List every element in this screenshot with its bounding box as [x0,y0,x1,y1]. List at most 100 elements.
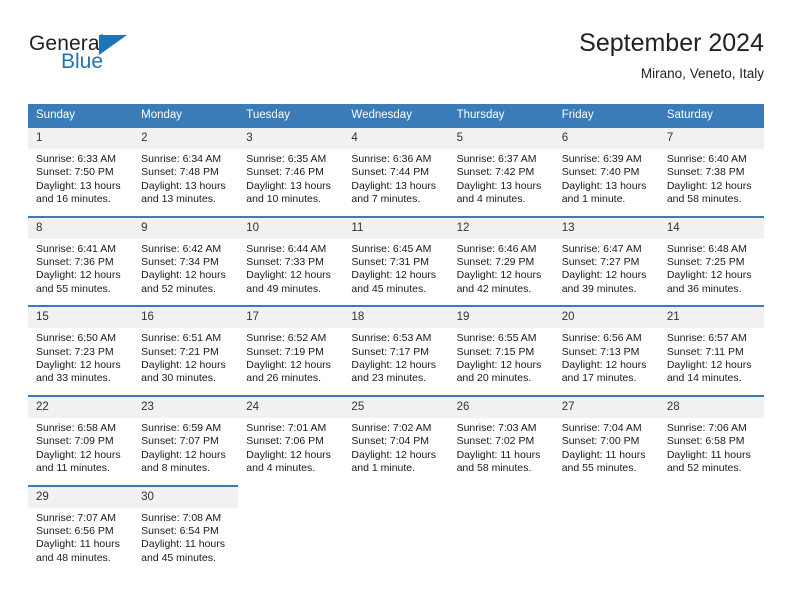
day-cell[interactable]: 18 Sunrise: 6:53 AM Sunset: 7:17 PM Dayl… [343,305,449,386]
daylight-text-line1: Daylight: 12 hours [36,359,121,372]
brand-logo[interactable]: General Blue [28,32,238,88]
sunrise-text: Sunrise: 6:37 AM [456,153,537,165]
day-cell[interactable]: 13 Sunrise: 6:47 AM Sunset: 7:27 PM Dayl… [553,215,659,297]
daylight-text-line1: Daylight: 13 hours [141,179,226,192]
day-number: 18 [343,307,449,329]
day-number: 27 [553,396,659,418]
day-cell[interactable]: 21 Sunrise: 6:57 AM Sunset: 7:11 PM Dayl… [658,305,764,386]
day-cell[interactable]: 1 Sunrise: 6:33 AM Sunset: 7:50 PM Dayli… [28,126,134,207]
day-number: 25 [343,396,449,418]
day-cell[interactable]: 19 Sunrise: 6:55 AM Sunset: 7:15 PM Dayl… [448,305,554,386]
day-info: Sunrise: 7:04 AM Sunset: 7:00 PM Dayligh… [554,418,659,476]
sunset-text: Sunset: 7:33 PM [246,256,324,269]
weekday-header-wednesday: Wednesday [343,104,449,127]
daylight-text-line1: Daylight: 13 hours [456,179,542,192]
blue-triangle-icon [99,35,127,55]
day-info: Sunrise: 6:33 AM Sunset: 7:50 PM Dayligh… [28,149,133,207]
daylight-text-line1: Daylight: 11 hours [456,448,541,461]
day-info: Sunrise: 7:08 AM Sunset: 6:54 PM Dayligh… [133,508,238,566]
day-cell[interactable]: 10 Sunrise: 6:44 AM Sunset: 7:33 PM Dayl… [238,215,344,297]
day-cell[interactable]: 30 Sunrise: 7:08 AM Sunset: 6:54 PM Dayl… [133,484,239,566]
daylight-text-line1: Daylight: 11 hours [666,448,751,461]
day-info: Sunrise: 6:36 AM Sunset: 7:44 PM Dayligh… [343,149,448,207]
week-spacer-cell [28,475,764,486]
sunrise-text: Sunrise: 6:58 AM [36,421,116,434]
day-cell[interactable]: 3 Sunrise: 6:35 AM Sunset: 7:46 PM Dayli… [238,126,344,207]
calendar-grid: Sunday Monday Tuesday Wednesday Thursday… [28,104,764,566]
sunrise-text: Sunrise: 6:40 AM [666,153,747,165]
day-cell-empty [658,485,764,566]
daylight-text-line2: and 39 minutes. [561,282,637,295]
day-cell[interactable]: 5 Sunrise: 6:37 AM Sunset: 7:42 PM Dayli… [448,126,554,207]
sunset-text: Sunset: 7:09 PM [36,435,114,448]
day-cell[interactable]: 7 Sunrise: 6:40 AM Sunset: 7:38 PM Dayli… [658,126,764,207]
calendar-table: Sunday Monday Tuesday Wednesday Thursday… [28,104,764,566]
day-cell[interactable]: 14 Sunrise: 6:48 AM Sunset: 7:25 PM Dayl… [658,215,764,297]
daylight-text-line2: and 1 minute. [561,193,626,206]
calendar-header-row: Sunday Monday Tuesday Wednesday Thursday… [28,104,764,127]
day-info: Sunrise: 6:34 AM Sunset: 7:48 PM Dayligh… [133,149,238,207]
day-number: 16 [133,307,239,329]
weekday-header-saturday: Saturday [658,104,764,127]
day-cell[interactable]: 29 Sunrise: 7:07 AM Sunset: 6:56 PM Dayl… [28,484,134,566]
day-cell[interactable]: 8 Sunrise: 6:41 AM Sunset: 7:36 PM Dayli… [28,215,134,297]
sunset-text: Sunset: 6:54 PM [141,524,219,537]
page-subtitle: Mirano, Veneto, Italy [640,66,764,81]
sunset-text: Sunset: 7:44 PM [351,166,430,179]
day-cell[interactable]: 23 Sunrise: 6:59 AM Sunset: 7:07 PM Dayl… [133,394,239,476]
day-cell[interactable]: 6 Sunrise: 6:39 AM Sunset: 7:40 PM Dayli… [553,126,659,207]
sunset-text: Sunset: 7:29 PM [456,256,535,269]
daylight-text-line1: Daylight: 11 hours [561,448,646,461]
day-cell[interactable]: 25 Sunrise: 7:02 AM Sunset: 7:04 PM Dayl… [343,394,449,476]
daylight-text-line1: Daylight: 11 hours [141,538,225,551]
sunset-text: Sunset: 7:04 PM [351,435,430,448]
daylight-text-line2: and 16 minutes. [36,193,111,206]
day-info: Sunrise: 6:50 AM Sunset: 7:23 PM Dayligh… [28,328,133,386]
day-cell[interactable]: 9 Sunrise: 6:42 AM Sunset: 7:34 PM Dayli… [133,215,239,297]
day-cell[interactable]: 27 Sunrise: 7:04 AM Sunset: 7:00 PM Dayl… [553,394,659,476]
day-number: 30 [133,486,239,508]
daylight-text-line2: and 17 minutes. [561,372,637,385]
sunrise-text: Sunrise: 6:57 AM [666,332,747,345]
day-cell[interactable]: 16 Sunrise: 6:51 AM Sunset: 7:21 PM Dayl… [133,305,239,386]
day-info: Sunrise: 6:45 AM Sunset: 7:31 PM Dayligh… [343,239,448,297]
sunrise-text: Sunrise: 6:33 AM [36,153,116,165]
day-info: Sunrise: 6:44 AM Sunset: 7:33 PM Dayligh… [238,239,343,297]
calendar-week-row: 1 Sunrise: 6:33 AM Sunset: 7:50 PM Dayli… [28,126,764,207]
sunset-text: Sunset: 7:19 PM [246,345,324,358]
sunset-text: Sunset: 7:17 PM [351,345,430,358]
day-cell[interactable]: 24 Sunrise: 7:01 AM Sunset: 7:06 PM Dayl… [238,394,344,476]
day-number: 14 [658,217,764,239]
day-cell[interactable]: 2 Sunrise: 6:34 AM Sunset: 7:48 PM Dayli… [133,126,239,207]
daylight-text-line1: Daylight: 12 hours [351,359,437,372]
day-number: 2 [133,128,239,149]
daylight-text-line1: Daylight: 12 hours [36,269,121,282]
day-number: 9 [133,217,239,239]
week-spacer-cell [28,385,764,396]
daylight-text-line2: and 10 minutes. [246,193,321,206]
day-info: Sunrise: 6:52 AM Sunset: 7:19 PM Dayligh… [238,328,343,386]
day-cell[interactable]: 17 Sunrise: 6:52 AM Sunset: 7:19 PM Dayl… [238,305,344,386]
day-info: Sunrise: 6:37 AM Sunset: 7:42 PM Dayligh… [449,149,554,207]
day-cell[interactable]: 20 Sunrise: 6:56 AM Sunset: 7:13 PM Dayl… [553,305,659,386]
daylight-text-line1: Daylight: 12 hours [141,359,226,372]
daylight-text-line1: Daylight: 12 hours [246,448,331,461]
day-cell[interactable]: 4 Sunrise: 6:36 AM Sunset: 7:44 PM Dayli… [343,126,449,207]
sunrise-text: Sunrise: 6:51 AM [141,332,222,345]
daylight-text-line1: Daylight: 12 hours [456,269,542,282]
day-number [553,485,659,507]
sunrise-text: Sunrise: 6:52 AM [246,332,327,345]
day-cell[interactable]: 15 Sunrise: 6:50 AM Sunset: 7:23 PM Dayl… [28,305,134,386]
day-cell[interactable]: 11 Sunrise: 6:45 AM Sunset: 7:31 PM Dayl… [343,215,449,297]
daylight-text-line2: and 23 minutes. [351,372,427,385]
day-cell[interactable]: 12 Sunrise: 6:46 AM Sunset: 7:29 PM Dayl… [448,215,554,297]
weekday-header-sunday: Sunday [28,104,134,127]
day-number: 7 [658,128,764,149]
day-cell[interactable]: 28 Sunrise: 7:06 AM Sunset: 6:58 PM Dayl… [658,394,764,476]
weekday-header-friday: Friday [553,104,659,127]
daylight-text-line1: Daylight: 13 hours [246,179,331,192]
calendar-week-row: 22 Sunrise: 6:58 AM Sunset: 7:09 PM Dayl… [28,394,764,476]
day-info: Sunrise: 6:59 AM Sunset: 7:07 PM Dayligh… [133,418,238,476]
day-cell[interactable]: 22 Sunrise: 6:58 AM Sunset: 7:09 PM Dayl… [28,394,134,476]
day-cell[interactable]: 26 Sunrise: 7:03 AM Sunset: 7:02 PM Dayl… [448,394,554,476]
